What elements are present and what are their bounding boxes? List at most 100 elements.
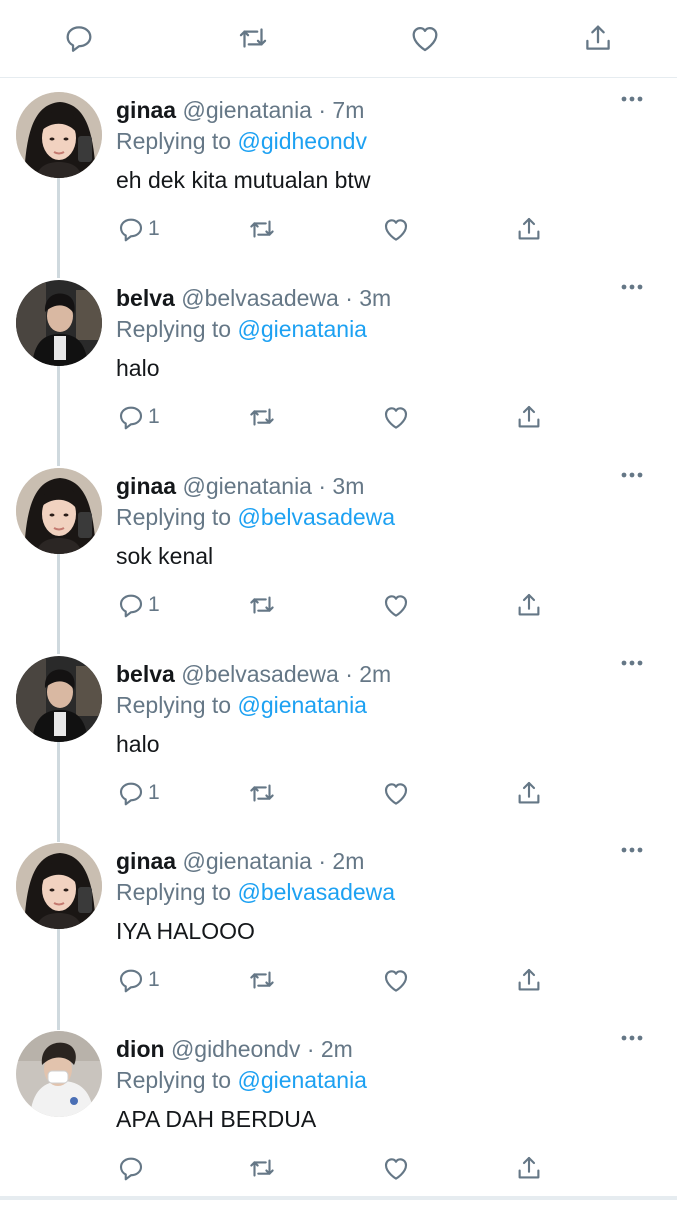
share-button[interactable]: [514, 588, 544, 622]
tweet-text: eh dek kita mutualan btw: [116, 167, 371, 193]
like-icon: [381, 214, 411, 244]
reply-button[interactable]: 1: [116, 963, 160, 997]
share-button[interactable]: [514, 212, 544, 246]
timestamp[interactable]: · 3m: [345, 285, 391, 311]
timestamp[interactable]: · 2m: [307, 1036, 353, 1062]
more-icon[interactable]: [619, 92, 645, 106]
display-name[interactable]: belva: [116, 285, 175, 311]
avatar[interactable]: [16, 280, 102, 366]
reply-button[interactable]: [116, 1151, 148, 1185]
share-icon[interactable]: [581, 21, 615, 55]
reply-tweet[interactable]: belva @belvasadewa · 2m Replying to @gie…: [0, 646, 677, 834]
more-icon[interactable]: [619, 468, 645, 482]
mention-link[interactable]: @gidheondv: [237, 128, 367, 154]
timestamp[interactable]: · 3m: [318, 473, 364, 499]
replying-to-label: Replying to: [116, 1067, 232, 1093]
replying-to-label: Replying to: [116, 128, 232, 154]
timestamp[interactable]: · 7m: [318, 97, 364, 123]
replying-to-label: Replying to: [116, 692, 232, 718]
reply-tweet[interactable]: belva @belvasadewa · 3m Replying to @gie…: [0, 270, 677, 458]
tweet-text: halo: [116, 731, 160, 757]
share-button[interactable]: [514, 963, 544, 997]
like-icon: [381, 590, 411, 620]
like-icon: [381, 778, 411, 808]
reply-tweet[interactable]: ginaa @gienatania · 3m Replying to @belv…: [0, 458, 677, 646]
tweet-text: IYA HALOOO: [116, 918, 255, 944]
handle[interactable]: @gienatania: [182, 97, 312, 123]
avatar[interactable]: [16, 92, 102, 178]
more-icon[interactable]: [619, 656, 645, 670]
like-button[interactable]: [381, 963, 411, 997]
avatar[interactable]: [16, 468, 102, 554]
handle[interactable]: @gienatania: [182, 848, 312, 874]
tweet-header: ginaa @gienatania · 2m: [116, 848, 364, 875]
share-button[interactable]: [514, 776, 544, 810]
tweet-header: ginaa @gienatania · 3m: [116, 473, 364, 500]
display-name[interactable]: ginaa: [116, 848, 176, 874]
like-button[interactable]: [381, 400, 411, 434]
reply-icon[interactable]: [62, 21, 96, 55]
share-icon: [514, 402, 544, 432]
reply-button[interactable]: 1: [116, 588, 160, 622]
retweet-button[interactable]: [247, 776, 277, 810]
reply-icon: [116, 590, 146, 620]
replying-to: Replying to @gienatania: [116, 316, 367, 343]
retweet-button[interactable]: [247, 212, 277, 246]
reply-tweet[interactable]: ginaa @gienatania · 2m Replying to @belv…: [0, 833, 677, 1021]
retweet-button[interactable]: [247, 1151, 277, 1185]
timestamp[interactable]: · 2m: [345, 661, 391, 687]
handle[interactable]: @gienatania: [182, 473, 312, 499]
reply-tweet[interactable]: ginaa @gienatania · 7m Replying to @gidh…: [0, 82, 677, 270]
handle[interactable]: @belvasadewa: [181, 285, 339, 311]
tweet-text: sok kenal: [116, 543, 214, 569]
tweet-actions: 1: [0, 212, 677, 252]
display-name[interactable]: dion: [116, 1036, 165, 1062]
like-icon[interactable]: [408, 21, 442, 55]
reply-button[interactable]: 1: [116, 212, 160, 246]
reply-count: 1: [148, 405, 160, 428]
like-button[interactable]: [381, 1151, 411, 1185]
reply-button[interactable]: 1: [116, 776, 160, 810]
retweet-button[interactable]: [247, 963, 277, 997]
tweet-text: APA DAH BERDUA: [116, 1106, 317, 1132]
timestamp[interactable]: · 2m: [318, 848, 364, 874]
share-button[interactable]: [514, 1151, 544, 1185]
like-icon: [381, 965, 411, 995]
display-name[interactable]: belva: [116, 661, 175, 687]
reply-button[interactable]: 1: [116, 400, 160, 434]
replying-to-label: Replying to: [116, 316, 232, 342]
handle[interactable]: @belvasadewa: [181, 661, 339, 687]
tweet-actions: 1: [0, 776, 677, 816]
mention-link[interactable]: @belvasadewa: [237, 879, 395, 905]
share-icon: [514, 778, 544, 808]
like-button[interactable]: [381, 212, 411, 246]
retweet-icon: [247, 778, 277, 808]
retweet-icon: [247, 1153, 277, 1183]
more-icon[interactable]: [619, 1031, 645, 1045]
display-name[interactable]: ginaa: [116, 97, 176, 123]
share-button[interactable]: [514, 400, 544, 434]
avatar[interactable]: [16, 843, 102, 929]
avatar[interactable]: [16, 1031, 102, 1117]
handle[interactable]: @gidheondv: [171, 1036, 301, 1062]
display-name[interactable]: ginaa: [116, 473, 176, 499]
like-button[interactable]: [381, 588, 411, 622]
share-icon: [514, 214, 544, 244]
reply-count: 1: [148, 593, 160, 616]
mention-link[interactable]: @belvasadewa: [237, 504, 395, 530]
retweet-icon: [247, 214, 277, 244]
reply-icon: [116, 778, 146, 808]
retweet-button[interactable]: [247, 400, 277, 434]
mention-link[interactable]: @gienatania: [237, 1067, 367, 1093]
reply-icon: [116, 402, 146, 432]
mention-link[interactable]: @gienatania: [237, 316, 367, 342]
more-icon[interactable]: [619, 843, 645, 857]
replying-to-label: Replying to: [116, 504, 232, 530]
mention-link[interactable]: @gienatania: [237, 692, 367, 718]
avatar[interactable]: [16, 656, 102, 742]
reply-tweet[interactable]: dion @gidheondv · 2m Replying to @gienat…: [0, 1021, 677, 1209]
retweet-icon[interactable]: [236, 21, 270, 55]
more-icon[interactable]: [619, 280, 645, 294]
like-button[interactable]: [381, 776, 411, 810]
retweet-button[interactable]: [247, 588, 277, 622]
